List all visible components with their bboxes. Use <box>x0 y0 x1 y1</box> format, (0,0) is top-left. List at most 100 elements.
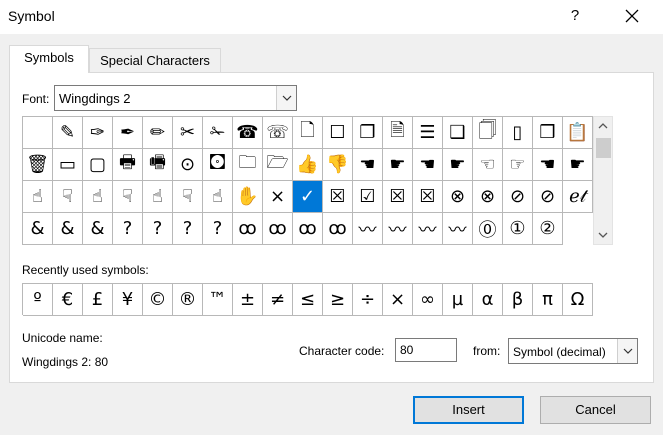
symbol-cell[interactable]: ☐ <box>323 117 353 149</box>
recent-symbol-cell[interactable]: α <box>473 284 503 316</box>
symbol-cell[interactable]: & <box>83 213 113 245</box>
recent-symbols-row[interactable]: º € £ ¥ © ® ™ ± ≠ ≤ ≥ ÷ × ∞ µ α β π Ω <box>22 283 593 316</box>
scroll-thumb[interactable] <box>596 138 611 158</box>
character-code-field[interactable] <box>395 338 457 362</box>
symbol-cell[interactable]: ☑ <box>353 181 383 213</box>
close-button[interactable] <box>616 2 648 30</box>
font-dropdown-arrow[interactable] <box>276 86 296 110</box>
symbol-cell[interactable]: ☝ <box>23 181 53 213</box>
tab-symbols[interactable]: Symbols <box>9 45 89 73</box>
symbol-cell[interactable]: ✋ <box>233 181 263 213</box>
symbol-cell[interactable]: ☰ <box>413 117 443 149</box>
symbol-grid-scrollbar[interactable] <box>593 116 613 245</box>
recent-symbol-cell[interactable]: β <box>503 284 533 316</box>
symbol-cell[interactable]: ⊙ <box>173 149 203 181</box>
symbol-cell[interactable]: ☝ <box>83 181 113 213</box>
symbol-cell[interactable]: 📋 <box>563 117 593 149</box>
recent-symbol-cell[interactable]: € <box>53 284 83 316</box>
symbol-cell[interactable]: ? <box>143 213 173 245</box>
symbol-cell[interactable]: ☞ <box>503 149 533 181</box>
symbol-cell[interactable]: ☚ <box>533 149 563 181</box>
symbol-cell[interactable]: ⊘ <box>533 181 563 213</box>
recent-symbol-cell[interactable]: × <box>383 284 413 316</box>
symbol-cell[interactable]: ⊗ <box>473 181 503 213</box>
symbol-cell[interactable] <box>23 117 53 149</box>
symbol-cell[interactable]: 〰 <box>353 213 383 245</box>
symbol-cell[interactable]: ② <box>533 213 563 245</box>
symbol-cell[interactable]: ꝏ <box>323 213 353 245</box>
from-dropdown[interactable]: Symbol (decimal) <box>508 338 638 364</box>
symbol-cell[interactable]: × <box>263 181 293 213</box>
recent-symbol-cell[interactable]: ± <box>233 284 263 316</box>
scroll-down-icon[interactable] <box>598 232 608 238</box>
from-dropdown-arrow[interactable] <box>617 339 637 363</box>
symbol-cell[interactable]: ☒ <box>413 181 443 213</box>
symbol-cell[interactable]: 🖸 <box>203 149 233 181</box>
symbol-cell[interactable]: ✏ <box>143 117 173 149</box>
character-code-input[interactable] <box>396 339 456 361</box>
symbol-cell[interactable]: 🗁 <box>263 149 293 181</box>
symbol-cell[interactable]: ❑ <box>443 117 473 149</box>
symbol-cell[interactable]: ✒ <box>113 117 143 149</box>
symbol-grid[interactable]: ✎ ✑ ✒ ✏ ✂ ✁ ☎ ☏ 🗋 ☐ ❐ 🗎 ☰ ❑ 🗍 ▯ ❒ 📋 🗑 ▭ ▢ 🖶 🖷 ⊙ 🖸 🗀 🗁 👍 👎 ☚ ☛ ☚ ☛ ☜ ☞ ☚ ☛ ☝ ☟ ☝… <box>22 116 593 245</box>
symbol-cell[interactable]: ? <box>113 213 143 245</box>
symbol-cell[interactable]: 〰 <box>383 213 413 245</box>
symbol-cell[interactable]: ℯ𝓉 <box>563 181 593 213</box>
symbol-cell[interactable]: 🗑 <box>23 149 53 181</box>
symbol-cell[interactable]: ꝏ <box>293 213 323 245</box>
symbol-cell[interactable]: ☟ <box>53 181 83 213</box>
symbol-cell[interactable]: 🗎 <box>383 117 413 149</box>
symbol-cell[interactable]: ❒ <box>533 117 563 149</box>
symbol-cell-selected[interactable]: ✓ <box>293 181 323 213</box>
symbol-cell[interactable]: ✁ <box>203 117 233 149</box>
symbol-cell[interactable]: ✎ <box>53 117 83 149</box>
recent-symbol-cell[interactable]: ∞ <box>413 284 443 316</box>
symbol-cell[interactable]: 👍 <box>293 149 323 181</box>
symbol-cell[interactable]: ☒ <box>383 181 413 213</box>
symbol-cell[interactable]: ⊗ <box>443 181 473 213</box>
symbol-cell[interactable]: ☝ <box>203 181 233 213</box>
symbol-cell[interactable]: 🗍 <box>473 117 503 149</box>
symbol-cell[interactable]: 〰 <box>443 213 473 245</box>
recent-symbol-cell[interactable]: £ <box>83 284 113 316</box>
recent-symbol-cell[interactable]: ≥ <box>323 284 353 316</box>
symbol-cell[interactable]: ☒ <box>323 181 353 213</box>
symbol-cell[interactable]: ☜ <box>473 149 503 181</box>
font-dropdown[interactable]: Wingdings 2 <box>54 85 297 111</box>
recent-symbol-cell[interactable]: © <box>143 284 173 316</box>
symbol-cell[interactable]: ☛ <box>563 149 593 181</box>
symbol-cell[interactable]: ꝏ <box>233 213 263 245</box>
recent-symbol-cell[interactable]: ® <box>173 284 203 316</box>
insert-button[interactable]: Insert <box>413 396 524 424</box>
recent-symbol-cell[interactable]: µ <box>443 284 473 316</box>
recent-symbol-cell[interactable]: ÷ <box>353 284 383 316</box>
symbol-cell[interactable]: ☛ <box>383 149 413 181</box>
recent-symbol-cell[interactable]: ™ <box>203 284 233 316</box>
symbol-cell[interactable]: ☚ <box>413 149 443 181</box>
symbol-cell[interactable]: ☟ <box>113 181 143 213</box>
recent-symbol-cell[interactable]: ¥ <box>113 284 143 316</box>
symbol-cell[interactable]: ☏ <box>263 117 293 149</box>
symbol-cell[interactable]: 👎 <box>323 149 353 181</box>
recent-symbol-cell[interactable]: π <box>533 284 563 316</box>
symbol-cell[interactable]: ▭ <box>53 149 83 181</box>
tab-special-characters[interactable]: Special Characters <box>89 48 221 74</box>
symbol-cell[interactable]: & <box>53 213 83 245</box>
scroll-up-icon[interactable] <box>598 123 608 129</box>
symbol-cell[interactable]: ▯ <box>503 117 533 149</box>
recent-symbol-cell[interactable]: ≤ <box>293 284 323 316</box>
symbol-cell[interactable]: ✑ <box>83 117 113 149</box>
symbol-cell[interactable]: ① <box>503 213 533 245</box>
symbol-cell[interactable]: ✂ <box>173 117 203 149</box>
symbol-cell[interactable]: ☛ <box>443 149 473 181</box>
symbol-cell[interactable]: 🖶 <box>113 149 143 181</box>
symbol-cell[interactable]: ? <box>203 213 233 245</box>
symbol-cell[interactable]: ☎ <box>233 117 263 149</box>
symbol-cell[interactable]: ? <box>173 213 203 245</box>
symbol-cell[interactable]: 🖷 <box>143 149 173 181</box>
recent-symbol-cell[interactable]: ≠ <box>263 284 293 316</box>
cancel-button[interactable]: Cancel <box>540 396 651 424</box>
symbol-cell[interactable]: 〰 <box>413 213 443 245</box>
symbol-cell[interactable]: 🗋 <box>293 117 323 149</box>
symbol-cell[interactable]: ❐ <box>353 117 383 149</box>
